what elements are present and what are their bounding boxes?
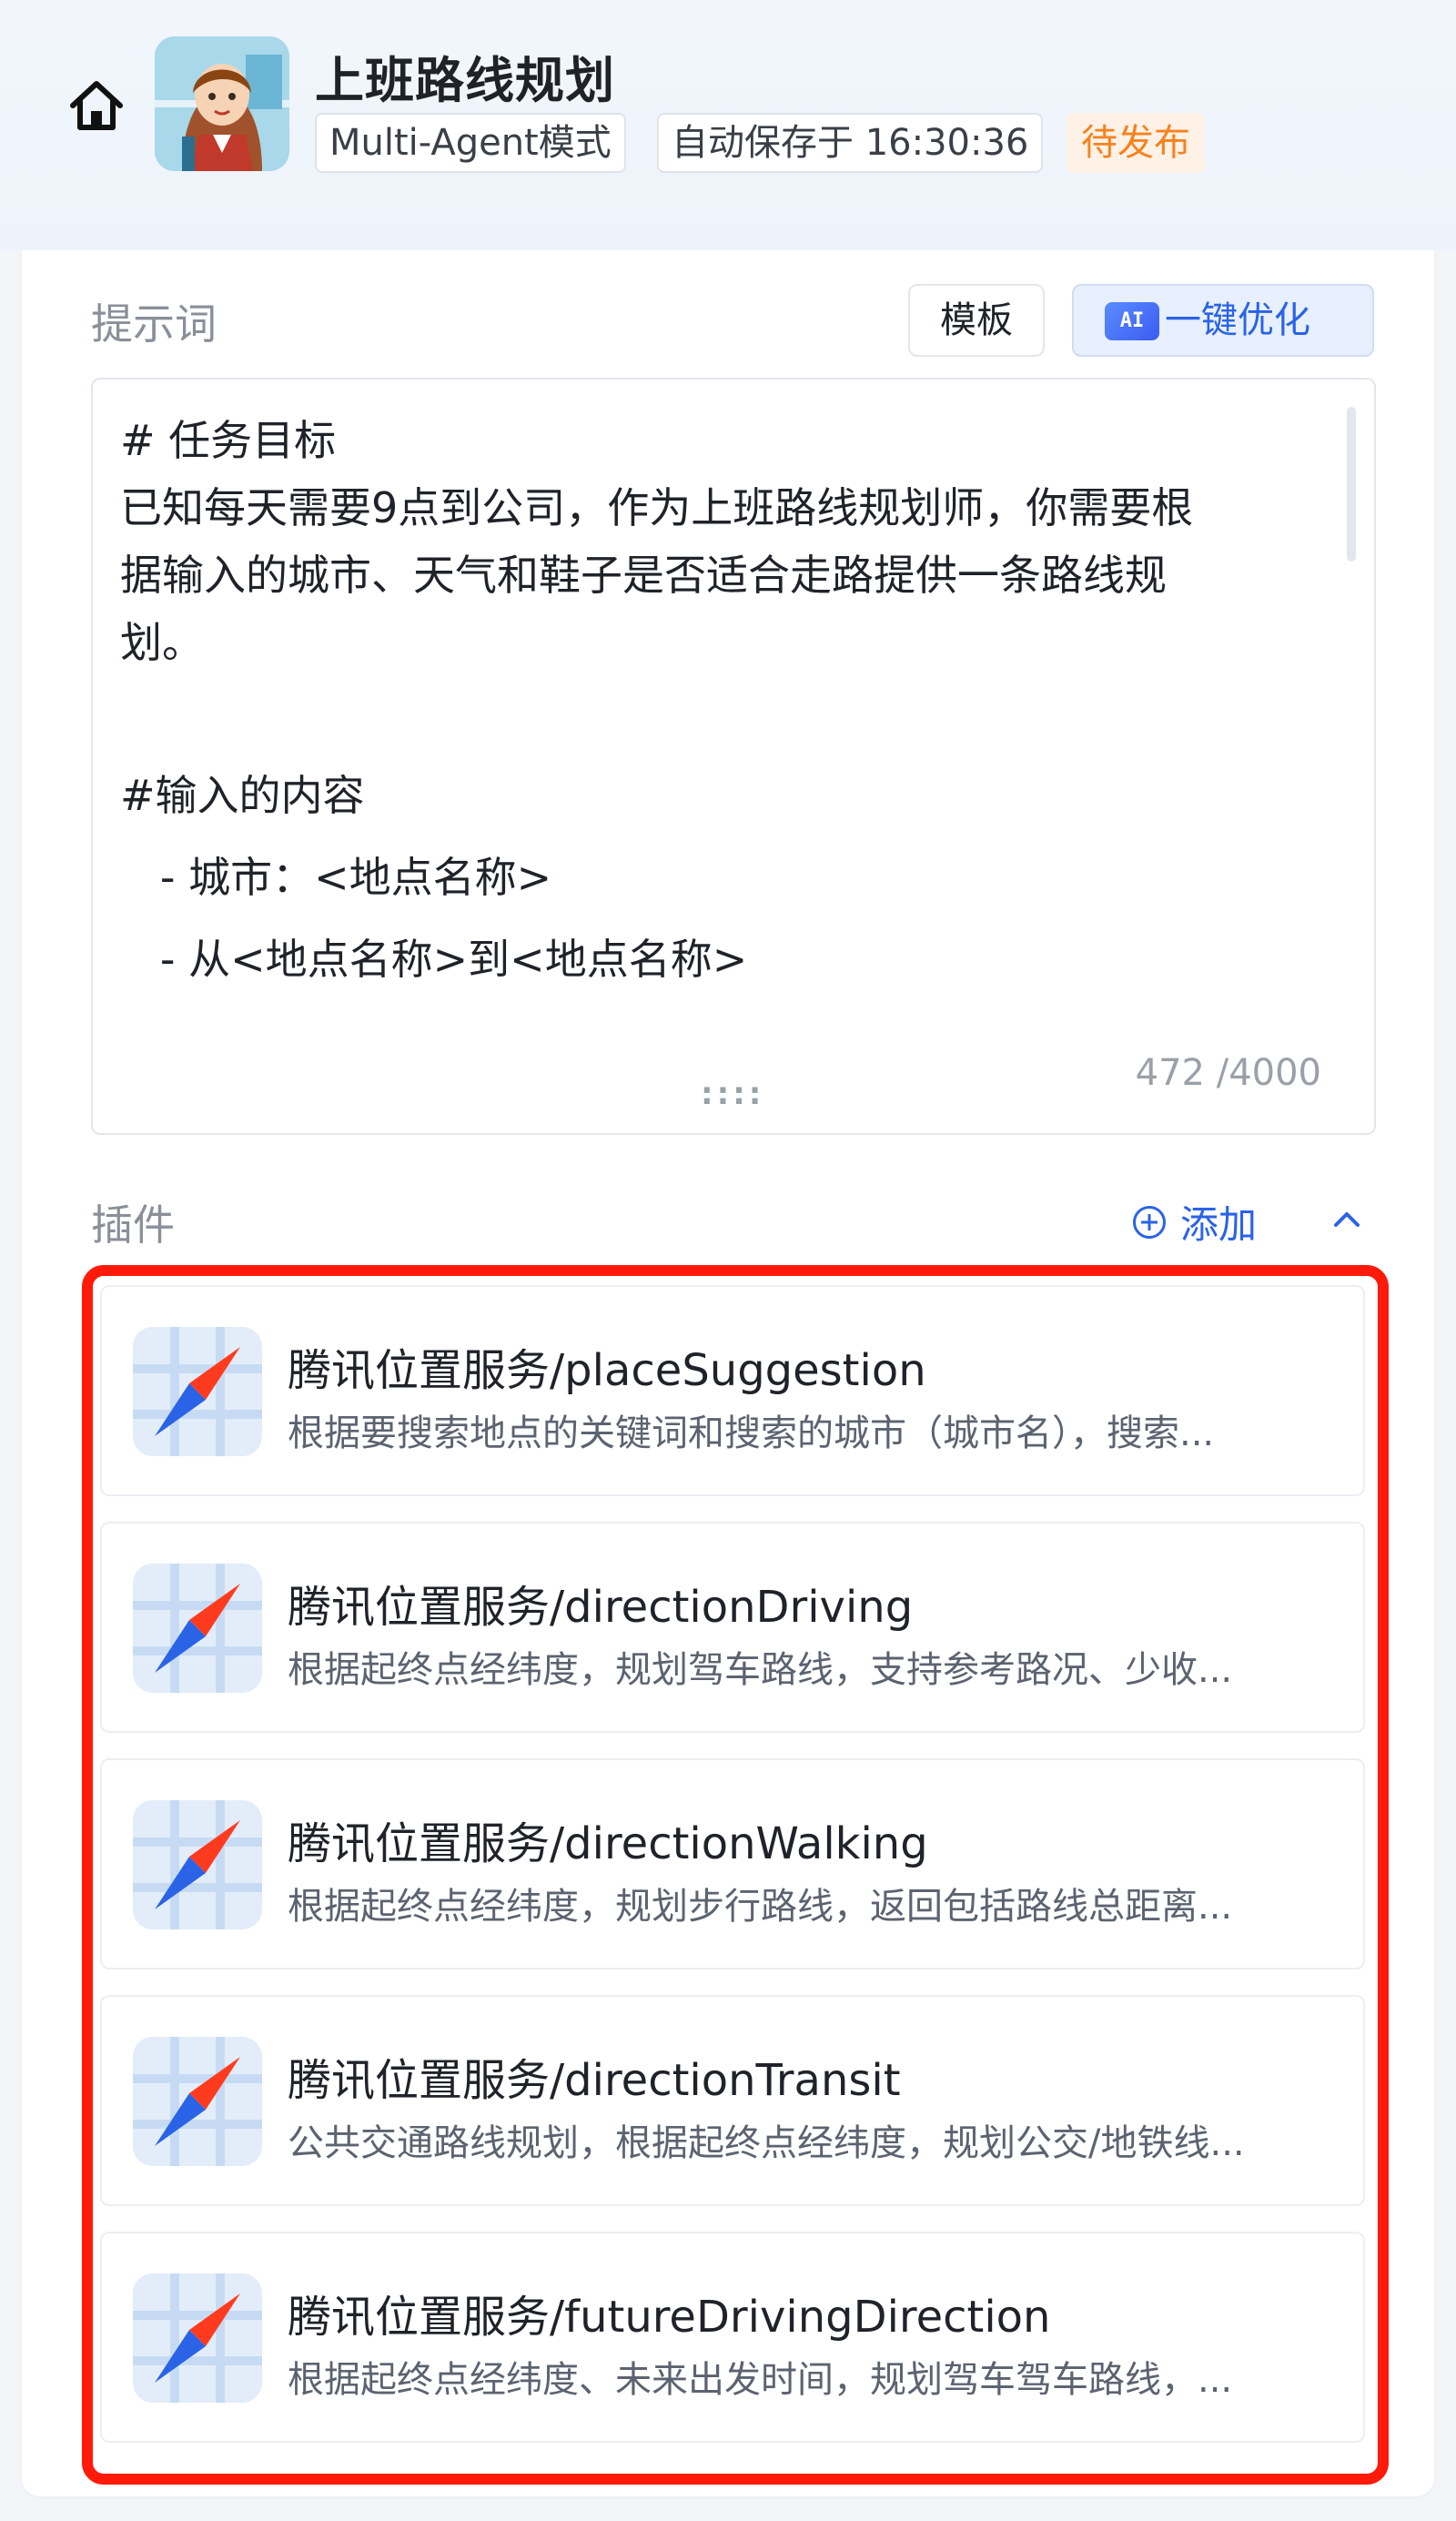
prompt-line: #输入的内容 (120, 771, 365, 820)
plugin-description: 根据起终点经纬度，规划步行路线，返回包括路线总距离... (288, 1886, 1233, 1928)
resize-handle-icon[interactable]: :::: (701, 1076, 764, 1112)
ai-optimize-button[interactable]: AI 一键优化 (1072, 284, 1374, 357)
agent-avatar[interactable] (155, 36, 289, 171)
plugin-item[interactable]: 腾讯位置服务/directionTransit 公共交通路线规划，根据起终点经纬… (100, 1995, 1365, 2206)
compass-icon (133, 2273, 262, 2403)
app-title: 上班路线规划 (315, 52, 615, 109)
autosave-tag: 自动保存于 16:30:36 (657, 113, 1044, 173)
plugin-item[interactable]: 腾讯位置服务/futureDrivingDirection 根据起终点经纬度、未… (100, 2232, 1365, 2443)
prompt-line: 已知每天需要9点到公司，作为上班路线规划师，你需要根 (120, 483, 1194, 532)
plugin-name: 腾讯位置服务/directionTransit (288, 2055, 901, 2106)
plugin-description: 公共交通路线规划，根据起终点经纬度，规划公交/地铁线... (288, 2122, 1245, 2164)
plugin-item[interactable]: 腾讯位置服务/placeSuggestion 根据要搜索地点的关键词和搜索的城市… (100, 1285, 1365, 1496)
prompt-textarea[interactable]: # 任务目标 已知每天需要9点到公司，作为上班路线规划师，你需要根 据输入的城市… (91, 378, 1376, 1135)
add-plugin-button[interactable]: 添加 (1133, 1194, 1257, 1250)
plugin-description: 根据起终点经纬度，规划驾车路线，支持参考路况、少收... (288, 1649, 1233, 1691)
prompt-line: 划。 (120, 618, 204, 667)
home-button[interactable] (66, 75, 127, 137)
plugin-section-title: 插件 (91, 1200, 175, 1250)
avatar-image (155, 36, 289, 171)
plugin-item[interactable]: 腾讯位置服务/directionWalking 根据起终点经纬度，规划步行路线，… (100, 1758, 1365, 1969)
ai-optimize-label: 一键优化 (1165, 299, 1310, 341)
template-button[interactable]: 模板 (908, 284, 1045, 357)
compass-icon (133, 2037, 262, 2166)
compass-icon (133, 1327, 262, 1456)
char-count: 472 /4000 (1135, 1052, 1321, 1094)
prompt-line-empty (120, 676, 1320, 742)
plugin-name: 腾讯位置服务/directionWalking (288, 1818, 928, 1869)
collapse-button[interactable] (1330, 1203, 1363, 1236)
compass-icon (133, 1800, 262, 1929)
plugin-description: 根据起终点经纬度、未来出发时间，规划驾车驾车路线，... (288, 2359, 1233, 2401)
plugin-item[interactable]: 腾讯位置服务/directionDriving 根据起终点经纬度，规划驾车路线，… (100, 1522, 1365, 1733)
plugin-name: 腾讯位置服务/directionDriving (288, 1582, 914, 1633)
plugin-name: 腾讯位置服务/futureDrivingDirection (288, 2292, 1051, 2343)
plugin-description: 根据要搜索地点的关键词和搜索的城市（城市名），搜索... (288, 1412, 1215, 1454)
plus-circle-icon (1133, 1205, 1166, 1239)
prompt-line: - 从<地点名称>到<地点名称> (120, 935, 748, 984)
prompt-line: 据输入的城市、天气和鞋子是否适合走路提供一条路线规 (120, 551, 1167, 600)
compass-icon (133, 1564, 262, 1693)
prompt-scrollbar[interactable] (1347, 407, 1356, 562)
prompt-section-title: 提示词 (91, 299, 217, 349)
ai-icon: AI (1105, 302, 1159, 340)
home-icon (70, 81, 123, 130)
chevron-up-icon (1334, 1212, 1360, 1227)
plugin-name: 腾讯位置服务/placeSuggestion (288, 1345, 926, 1396)
add-plugin-label: 添加 (1180, 1202, 1258, 1247)
app-header: 上班路线规划 Multi-Agent模式 自动保存于 16:30:36 待发布 (0, 0, 1456, 250)
status-badge: 待发布 (1067, 113, 1205, 173)
mode-tag: Multi-Agent模式 (315, 113, 626, 173)
prompt-line: # 任务目标 (120, 416, 337, 465)
prompt-line: - 城市：<地点名称> (120, 853, 552, 902)
